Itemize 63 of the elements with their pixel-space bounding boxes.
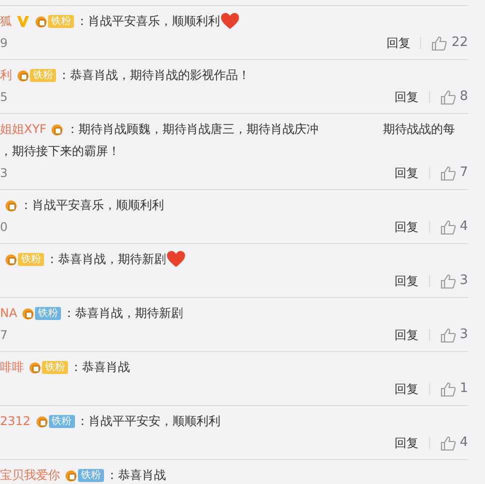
comment-time: 9: [0, 35, 8, 52]
comment-text: ：恭喜肖战，期待肖战的影视作品！: [58, 67, 250, 84]
thumbs-up-icon: [440, 274, 456, 288]
thumbs-up-icon: [440, 436, 456, 450]
fan-label: 铁粉: [48, 414, 75, 428]
user-name: NA: [0, 305, 18, 322]
like-button[interactable]: 4: [440, 217, 468, 237]
comment-text: ：肖战平安喜乐，顺顺利利: [20, 197, 164, 214]
like-button[interactable]: 22: [431, 33, 468, 53]
reply-link[interactable]: 回复: [394, 326, 419, 344]
user-name: 利: [0, 67, 12, 84]
thumbs-up-icon: [440, 90, 456, 104]
thumbs-up-icon: [440, 382, 456, 396]
reply-link[interactable]: 回复: [394, 434, 419, 452]
thumbs-up-icon: [440, 166, 456, 180]
user-name: 姐姐XYF: [0, 121, 46, 138]
like-button[interactable]: 3: [440, 325, 468, 345]
comment-text: ：恭喜肖战: [106, 467, 166, 484]
user-name: 啡啡: [0, 359, 24, 376]
thumbs-up-icon: [440, 328, 456, 342]
reply-link[interactable]: 回复: [386, 34, 410, 52]
comment-text: ：恭喜肖战，期待新剧: [46, 251, 166, 268]
fan-label: 铁粉: [42, 360, 68, 374]
fan-badge-icon: [16, 68, 30, 82]
reply-link[interactable]: 回复: [394, 218, 419, 236]
fan-label: 铁粉: [48, 14, 74, 28]
user-name: 狐: [0, 13, 12, 30]
like-button[interactable]: 1: [440, 379, 468, 399]
reply-link[interactable]: 回复: [394, 272, 419, 290]
fan-badge-icon: [34, 414, 49, 428]
comment-time: 7: [0, 327, 8, 344]
comment-time: 3: [0, 165, 8, 182]
comment-text: ：期待肖战顾魏，期待肖战唐三，期待肖战庆冲: [66, 121, 318, 138]
like-button[interactable]: 4: [440, 433, 468, 453]
comment-text: ：肖战平安喜乐，顺顺利利: [76, 13, 220, 30]
reply-link[interactable]: 回复: [394, 380, 419, 398]
comment-time: 5: [0, 89, 8, 106]
like-button[interactable]: 7: [440, 163, 468, 183]
fan-badge-icon: [28, 360, 42, 374]
reply-link[interactable]: 回复: [394, 164, 419, 182]
comment-time: 0: [0, 219, 8, 236]
comment-text: ，期待接下来的霸屏！: [0, 143, 120, 160]
fan-badge-icon: [64, 468, 78, 482]
comment-text: 期待战战的每: [383, 121, 455, 138]
comment-text: ：恭喜肖战: [70, 359, 130, 376]
reply-link[interactable]: 回复: [394, 88, 419, 106]
comment-text: ：恭喜肖战，期待新剧: [63, 305, 184, 322]
like-button[interactable]: 8: [440, 87, 468, 107]
user-name: 2312: [0, 413, 31, 430]
fan-label: 铁粉: [30, 68, 56, 82]
fan-badge-icon: [4, 252, 18, 266]
fan-label: 铁粉: [35, 306, 62, 320]
fan-badge-icon: [4, 198, 18, 212]
fan-badge-icon: [50, 122, 64, 136]
fan-label: 铁粉: [78, 468, 104, 482]
like-button[interactable]: 3: [440, 271, 468, 291]
fan-label: 铁粉: [18, 252, 44, 266]
thumbs-up-icon: [431, 36, 448, 50]
thumbs-up-icon: [440, 220, 456, 234]
comment-text: ：肖战平平安安，顺顺利利: [76, 413, 221, 430]
fan-badge-icon: [34, 14, 48, 28]
fan-badge-icon: [21, 306, 36, 320]
user-name: 宝贝我爱你: [0, 467, 60, 484]
